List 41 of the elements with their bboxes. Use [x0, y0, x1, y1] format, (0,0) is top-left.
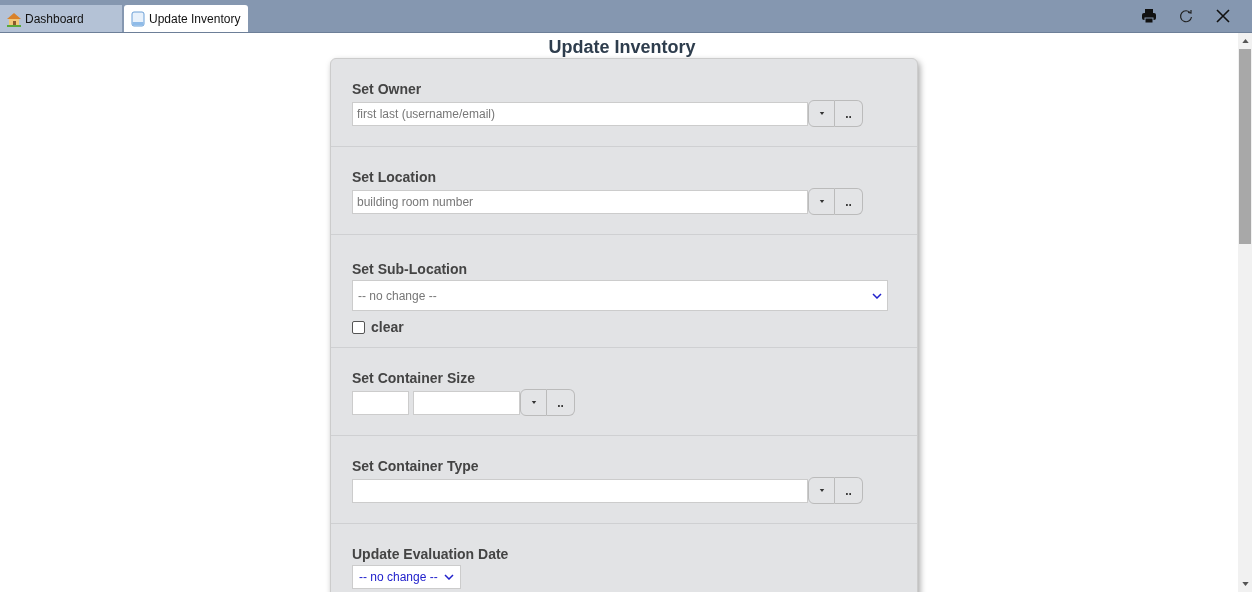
print-icon[interactable] — [1141, 8, 1157, 24]
input-field[interactable] — [413, 390, 520, 415]
caret-icon — [818, 111, 825, 116]
input-field[interactable] — [352, 390, 409, 415]
caret-icon — [818, 488, 825, 493]
chevron-icon — [872, 292, 882, 299]
date-select[interactable]: -- no change -- — [352, 565, 461, 589]
select-field[interactable]: -- no change -- — [352, 280, 888, 311]
page-title: Update Inventory — [547, 37, 696, 58]
input-field[interactable] — [352, 478, 808, 503]
field-label: Set Owner — [352, 81, 423, 97]
input-field[interactable]: first last (username/email) — [352, 101, 808, 126]
house-icon — [6, 10, 22, 27]
scrollbar[interactable] — [1238, 33, 1252, 592]
scroll-up-icon[interactable] — [1241, 39, 1249, 43]
checkbox-label: clear — [371, 319, 404, 335]
field-label: Set Sub-Location — [352, 261, 469, 277]
dropdown-button[interactable] — [808, 477, 835, 504]
scroll-down-icon[interactable] — [1241, 582, 1249, 586]
more-button[interactable]: .. — [547, 389, 575, 416]
caret-icon — [818, 199, 825, 204]
field-label: Set Location — [352, 169, 437, 185]
field-label: Set Container Size — [352, 370, 476, 386]
page-icon — [130, 10, 146, 27]
caret-icon — [530, 400, 537, 405]
chevron-icon — [444, 574, 454, 580]
refresh-icon[interactable] — [1178, 8, 1194, 24]
dropdown-button[interactable] — [520, 389, 547, 416]
close-icon[interactable] — [1215, 8, 1231, 24]
field-label: Update Evaluation Date — [352, 546, 510, 562]
more-button[interactable]: .. — [835, 100, 863, 127]
input-field[interactable]: building room number — [352, 189, 808, 214]
more-button[interactable]: .. — [835, 477, 863, 504]
tab[interactable]: Update Inventory — [124, 5, 248, 32]
scroll-thumb[interactable] — [1239, 49, 1251, 244]
field-label: Set Container Type — [352, 458, 480, 474]
tab[interactable]: Dashboard — [0, 5, 122, 32]
more-button[interactable]: .. — [835, 188, 863, 215]
dropdown-button[interactable] — [808, 100, 835, 127]
checkbox[interactable] — [352, 320, 365, 334]
dropdown-button[interactable] — [808, 188, 835, 215]
